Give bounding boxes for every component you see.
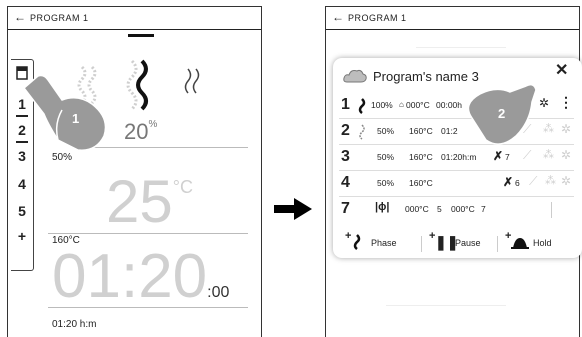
program-title: PROGRAM 1 bbox=[348, 13, 407, 23]
program-popup: Program's name 3 ✕ 1 100% ⌂ 000°C 00:00h… bbox=[333, 58, 582, 258]
hold-bell-icon bbox=[511, 238, 529, 249]
phase-row-3[interactable]: 3 50% 160°C 01:20h:m ✗ 7 ⟋ ⁂ ✲ bbox=[333, 146, 582, 168]
row-separator bbox=[551, 202, 552, 218]
cloud-icon bbox=[343, 69, 367, 83]
faded-divider bbox=[416, 47, 506, 48]
fan-star-icon: ✲ bbox=[561, 122, 572, 136]
tab-separator bbox=[421, 236, 422, 252]
phase-row-1[interactable]: 1 100% ⌂ 000°C 00:00h ✲ ⋮ bbox=[333, 94, 582, 116]
drops-icon: ⁂ bbox=[543, 149, 554, 161]
fan-star-icon: ✲ bbox=[561, 148, 572, 162]
divider bbox=[48, 233, 248, 234]
probe-icon: ⟋ bbox=[529, 174, 538, 188]
phase-row-2[interactable]: 2 50% 160°C 01:2 ⟋ ⁂ ✲ bbox=[333, 120, 582, 142]
remaining-time: 01:20:00 bbox=[52, 242, 230, 311]
tap-gesture-hand-icon bbox=[22, 74, 107, 151]
steam-icon bbox=[359, 124, 365, 140]
step-badge-2: 2 bbox=[498, 106, 506, 121]
back-arrow-icon[interactable]: ← bbox=[14, 10, 27, 24]
top-bar: ← PROGRAM 1 bbox=[326, 7, 579, 30]
humidity-top-value: 20% bbox=[124, 119, 158, 144]
fan-icon: ✗ bbox=[503, 175, 514, 189]
tab-separator bbox=[497, 236, 498, 252]
row-divider bbox=[339, 170, 574, 171]
phase-row-7[interactable]: 7 |ɸ| 000°C 5 000°C 7 bbox=[333, 198, 582, 220]
fan-star-icon: ✲ bbox=[561, 174, 572, 188]
add-step-button[interactable]: + bbox=[11, 228, 33, 244]
back-arrow-icon[interactable]: ← bbox=[332, 10, 345, 24]
transition-arrow-icon bbox=[274, 198, 312, 220]
step-4[interactable]: 4 bbox=[11, 176, 33, 192]
row-divider bbox=[339, 196, 574, 197]
pause-step-icon: |ɸ| bbox=[375, 201, 390, 213]
phase-row-4[interactable]: 4 50% 160°C ✗ 6 ⟋ ⁂ ✲ bbox=[333, 172, 582, 194]
time-set-label: 01:20 h:m bbox=[52, 319, 97, 330]
more-options-icon[interactable]: ⋮ bbox=[559, 94, 573, 111]
faded-divider bbox=[386, 305, 506, 306]
steam-icon bbox=[358, 98, 366, 114]
fan-star-icon: ✲ bbox=[539, 96, 550, 110]
top-bar: ← PROGRAM 1 bbox=[8, 7, 261, 30]
divider bbox=[48, 307, 248, 308]
current-temperature: 25°C bbox=[106, 168, 193, 235]
left-device-screen: ← PROGRAM 1 1 2 3 4 5 + 20% 50% 25°C 160… bbox=[7, 6, 262, 337]
drops-icon: ⁂ bbox=[545, 175, 556, 187]
steam-icon bbox=[353, 234, 361, 250]
program-title: PROGRAM 1 bbox=[30, 13, 89, 23]
step-5[interactable]: 5 bbox=[11, 203, 33, 219]
step-badge-1: 1 bbox=[72, 111, 80, 126]
drag-handle[interactable] bbox=[128, 34, 154, 37]
close-icon[interactable]: ✕ bbox=[555, 60, 568, 80]
drops-icon: ⁂ bbox=[543, 123, 554, 135]
timer-small-icon: ⌂ bbox=[399, 100, 404, 109]
